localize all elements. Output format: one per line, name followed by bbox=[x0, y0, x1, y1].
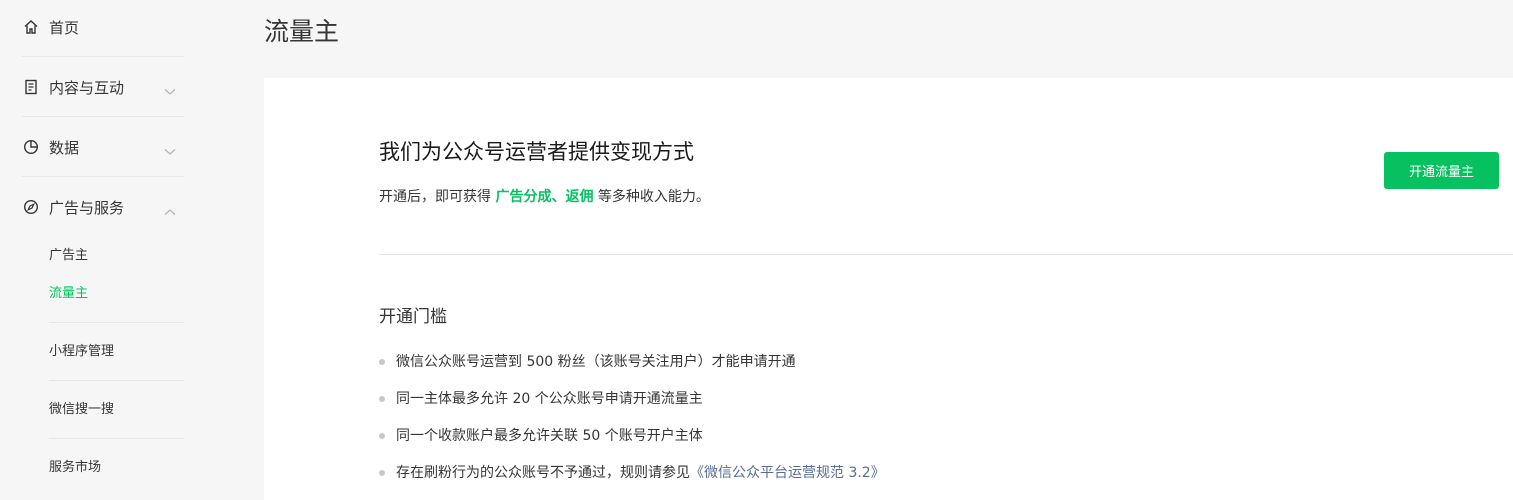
list-item-text: 同一主体最多允许 20 个公众账号申请开通流量主 bbox=[396, 391, 703, 407]
sidebar-divider bbox=[49, 438, 184, 439]
enable-publisher-button[interactable]: 开通流量主 bbox=[1384, 152, 1499, 189]
section-divider bbox=[379, 254, 1513, 255]
list-item: 同一主体最多允许 20 个公众账号申请开通流量主 bbox=[379, 389, 885, 426]
sidebar-item-content-interaction[interactable]: 内容与互动 bbox=[22, 57, 184, 117]
section-title: 开通门槛 bbox=[379, 307, 447, 327]
list-item: 微信公众账号运营到 500 粉丝（该账号关注用户）才能申请开通 bbox=[379, 352, 885, 389]
hero-desc-suffix: 等多种收入能力。 bbox=[597, 189, 710, 205]
operation-rules-link[interactable]: 《微信公众平台运营规范 3.2》 bbox=[690, 465, 885, 481]
sidebar-item-label: 内容与互动 bbox=[49, 78, 125, 97]
list-item-text: 存在刷粉行为的公众账号不予通过，规则请参见 bbox=[396, 465, 690, 481]
sidebar-item-label: 首页 bbox=[49, 18, 80, 37]
hero-desc-highlight: 广告分成、返佣 bbox=[495, 189, 594, 205]
list-item-text: 微信公众账号运营到 500 粉丝（该账号关注用户）才能申请开通 bbox=[396, 354, 796, 370]
sidebar: 首页 内容与互动 数据 广告与服务 广告主 流量主 小程序管理 微信搜一搜 服务… bbox=[0, 0, 200, 500]
hero-title: 我们为公众号运营者提供变现方式 bbox=[379, 140, 694, 164]
pie-chart-icon bbox=[22, 138, 40, 156]
sidebar-item-data[interactable]: 数据 bbox=[22, 117, 184, 177]
hero-description: 开通后，即可获得 广告分成、返佣 等多种收入能力。 bbox=[379, 186, 710, 206]
chevron-up-icon bbox=[164, 202, 176, 220]
sidebar-item-ads-services[interactable]: 广告与服务 bbox=[22, 177, 184, 237]
list-item: 存在刷粉行为的公众账号不予通过，规则请参见《微信公众平台运营规范 3.2》 bbox=[379, 463, 885, 500]
sidebar-subitem-publisher[interactable]: 流量主 bbox=[49, 284, 88, 304]
compass-icon bbox=[22, 198, 40, 216]
document-icon bbox=[22, 78, 40, 96]
requirements-list: 微信公众账号运营到 500 粉丝（该账号关注用户）才能申请开通 同一主体最多允许… bbox=[379, 352, 885, 500]
chevron-down-icon bbox=[164, 142, 176, 160]
bullet-icon bbox=[379, 433, 385, 439]
page-title: 流量主 bbox=[264, 17, 340, 46]
bullet-icon bbox=[379, 470, 385, 476]
list-item: 同一个收款账户最多允许关联 50 个账号开户主体 bbox=[379, 426, 885, 463]
sidebar-subitem-wechat-search[interactable]: 微信搜一搜 bbox=[49, 400, 114, 420]
main-card: 我们为公众号运营者提供变现方式 开通后，即可获得 广告分成、返佣 等多种收入能力… bbox=[264, 78, 1513, 500]
sidebar-subitem-advertiser[interactable]: 广告主 bbox=[49, 246, 88, 266]
sidebar-divider bbox=[49, 380, 184, 381]
hero-desc-prefix: 开通后，即可获得 bbox=[379, 189, 491, 205]
bullet-icon bbox=[379, 396, 385, 402]
bullet-icon bbox=[379, 359, 385, 365]
sidebar-divider bbox=[49, 322, 184, 323]
sidebar-item-label: 数据 bbox=[49, 138, 80, 157]
sidebar-item-home[interactable]: 首页 bbox=[22, 0, 184, 57]
home-icon bbox=[22, 18, 40, 36]
sidebar-subitem-service-market[interactable]: 服务市场 bbox=[49, 458, 101, 478]
sidebar-subitem-miniprogram[interactable]: 小程序管理 bbox=[49, 342, 114, 362]
chevron-down-icon bbox=[164, 82, 176, 100]
sidebar-item-label: 广告与服务 bbox=[49, 198, 125, 217]
list-item-text: 同一个收款账户最多允许关联 50 个账号开户主体 bbox=[396, 428, 703, 444]
